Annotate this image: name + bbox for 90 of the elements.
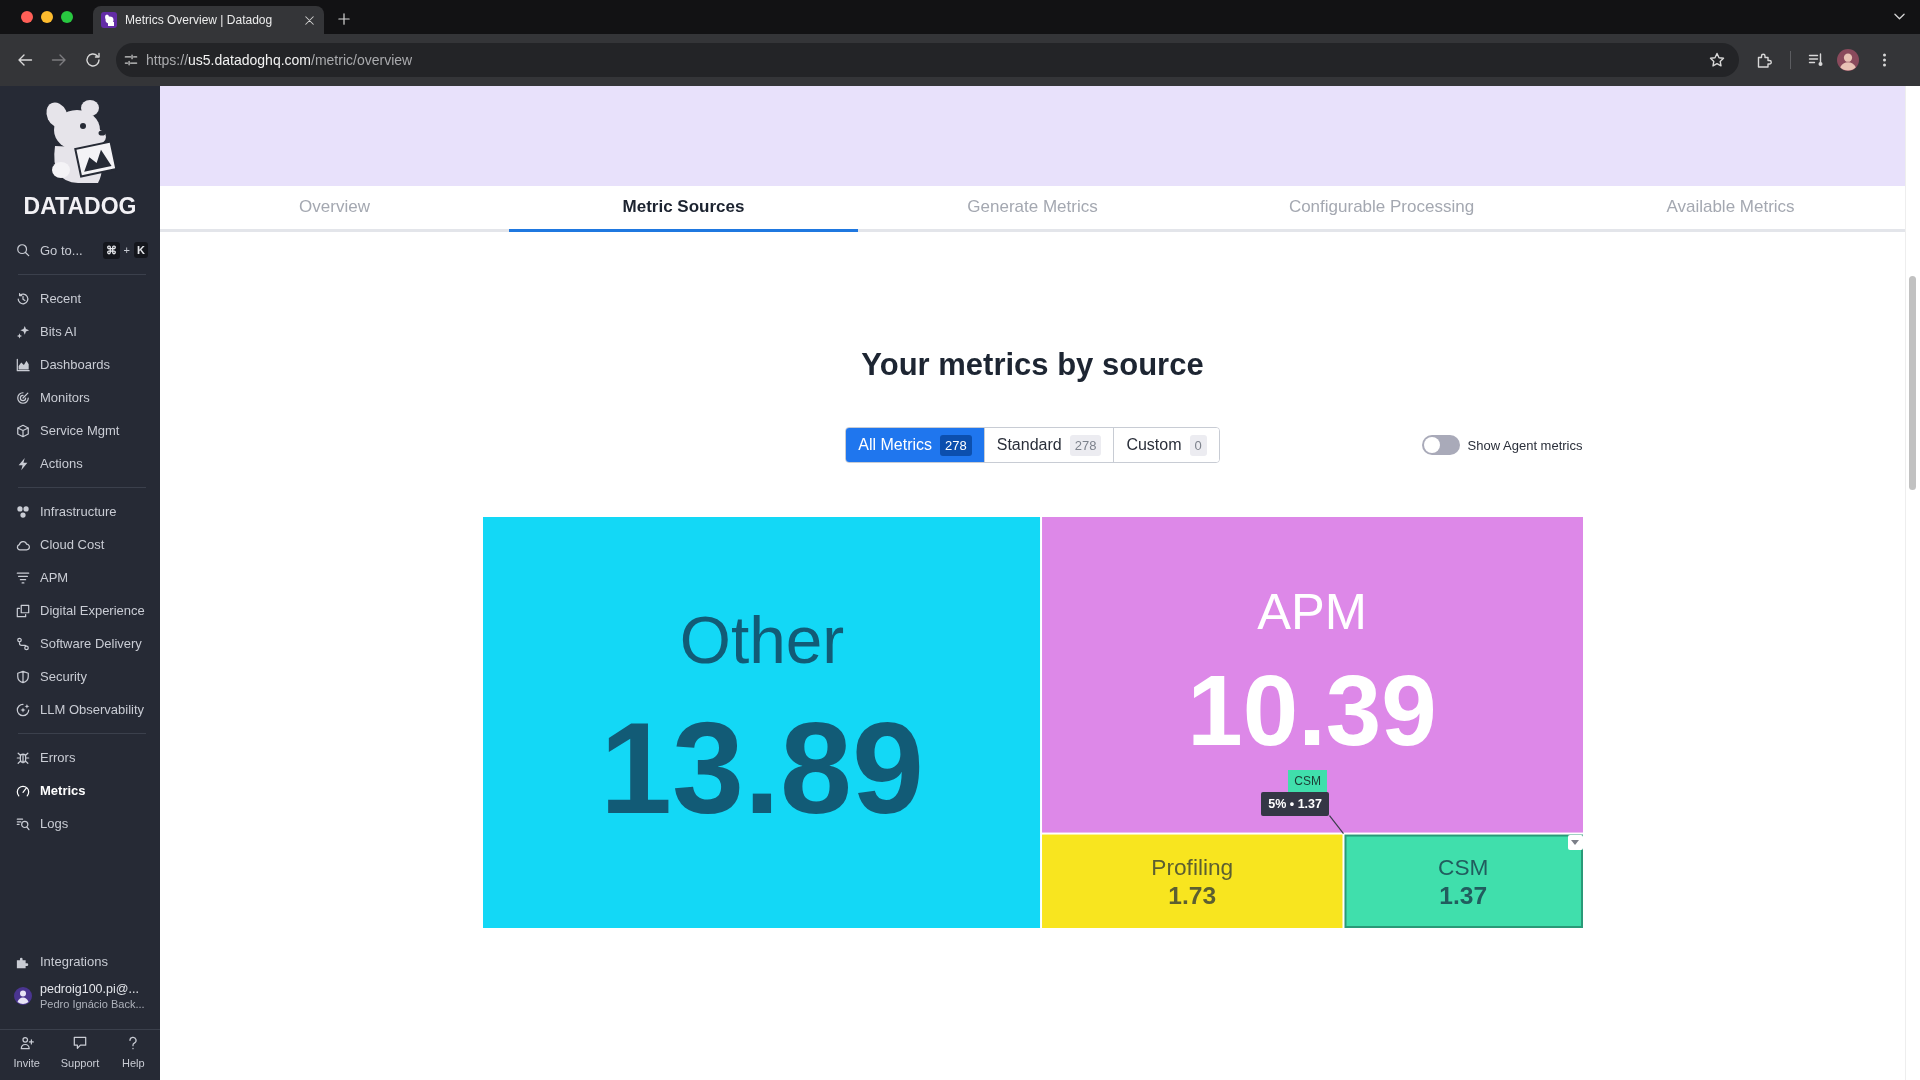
chevron-down-icon[interactable] [1894,13,1905,20]
nav-item[interactable]: Service Mgmt [0,414,160,447]
logo-wordmark[interactable]: DATADOG [23,192,137,220]
shortcut-key: ⌘ [102,241,120,259]
go-to-search[interactable]: Go to... ⌘ + K [16,236,148,264]
nav-item[interactable]: Bits AI [0,315,160,348]
count-badge: 278 [940,434,972,456]
lines-icon [16,570,30,585]
history-icon [16,291,30,306]
user-email[interactable]: pedroig100.pi@... [40,981,145,997]
radar-icon [16,390,30,405]
nav-item[interactable]: Dashboards [0,348,160,381]
filter-tab[interactable]: Custom 0 [1113,428,1219,462]
nav-item[interactable]: Metrics [0,774,160,807]
tile-label: APM [1256,583,1367,641]
count-badge: 0 [1189,434,1207,456]
cube-icon [16,423,30,438]
nav-item[interactable]: Errors [0,741,160,774]
tile-value: 1.37 [1438,882,1487,910]
bookmark-star-icon[interactable] [1709,52,1725,68]
nav-item[interactable]: Software Delivery [0,627,160,660]
back-icon[interactable] [17,52,33,68]
treemap-tile[interactable] [482,517,1040,928]
connector-line [1328,814,1344,835]
browser-tab[interactable]: Metrics Overview | Datadog [93,6,324,34]
count-badge: 278 [1069,434,1102,456]
nav-item[interactable]: Monitors [0,381,160,414]
tile-label: Other [679,603,844,678]
playlist-icon[interactable] [1808,52,1824,68]
circles-icon [16,504,30,519]
nav-item[interactable]: Logs [0,807,160,840]
shield-icon [16,669,30,684]
extensions-icon[interactable] [1757,52,1773,68]
area-chart-icon [16,357,30,372]
tile-value: 10.39 [1186,654,1437,766]
toggle-label: Show Agent metrics [1467,437,1583,453]
url-text: https://us5.datadoghq.com/metric/overview [146,52,414,68]
sidebar-footer-action[interactable]: Support [53,1030,107,1080]
tile-label: Profiling [1150,853,1233,880]
lightning-icon [16,456,30,471]
page-heading: Your metrics by source [861,346,1204,384]
add-user-icon [19,1036,34,1050]
search-icon [16,243,30,257]
treemap-tile[interactable] [1344,834,1583,928]
user-avatar-icon[interactable] [14,987,32,1005]
shortcut-key: K [134,242,148,258]
reload-icon[interactable] [85,52,101,68]
nav-item[interactable]: Cloud Cost [0,528,160,561]
bug-icon [16,750,30,765]
sparkle-icon [16,324,30,339]
nav-item[interactable]: LLM Observability [0,693,160,726]
window-close-icon[interactable] [21,11,33,23]
window-zoom-icon[interactable] [61,11,73,23]
close-icon[interactable] [305,15,314,25]
more-icon[interactable] [1883,53,1886,67]
nav-item[interactable]: Digital Experience [0,594,160,627]
nav-item[interactable]: Recent [0,282,160,315]
profile-avatar-icon[interactable] [1837,49,1859,71]
favicon-icon [101,12,117,28]
nav-item[interactable]: Actions [0,447,160,480]
new-tab-icon[interactable] [338,13,350,25]
nav-item[interactable]: Security [0,660,160,693]
scrollbar[interactable] [1909,276,1916,490]
forward-icon[interactable] [51,52,67,68]
nav-item[interactable]: Integrations [0,945,160,978]
tooltip: 5% • 1.37 [1261,791,1329,816]
route-icon [16,636,30,651]
sidebar-footer-action[interactable]: Invite [0,1030,54,1080]
tooltip-series-label: CSM [1288,769,1327,792]
tile-value: 13.89 [599,695,924,840]
list-search-icon [16,816,30,831]
nav-item[interactable]: Infrastructure [0,495,160,528]
windows-icon [16,603,30,618]
speech-bubble-icon [73,1036,87,1050]
window-minimize-icon[interactable] [41,11,53,23]
address-bar[interactable]: https://us5.datadoghq.com/metric/overview [116,43,1739,77]
nav-item[interactable]: APM [0,561,160,594]
caret-icon [1571,839,1579,845]
tile-value: 1.73 [1167,882,1216,910]
gauge-icon [16,783,30,798]
sliders-icon[interactable] [124,53,138,67]
filter-tab[interactable]: All Metrics 278 [846,428,984,462]
tile-label: CSM [1437,853,1488,880]
sparkle-circle-icon [16,702,30,717]
user-name: Pedro Ignácio Back... [40,996,145,1011]
shortcut-plus: + [123,244,130,256]
treemap-tile[interactable] [1041,517,1583,833]
toggle-switch[interactable] [1421,435,1460,455]
treemap-tile[interactable] [1041,834,1342,928]
sidebar-footer-action[interactable]: Help [106,1030,160,1080]
